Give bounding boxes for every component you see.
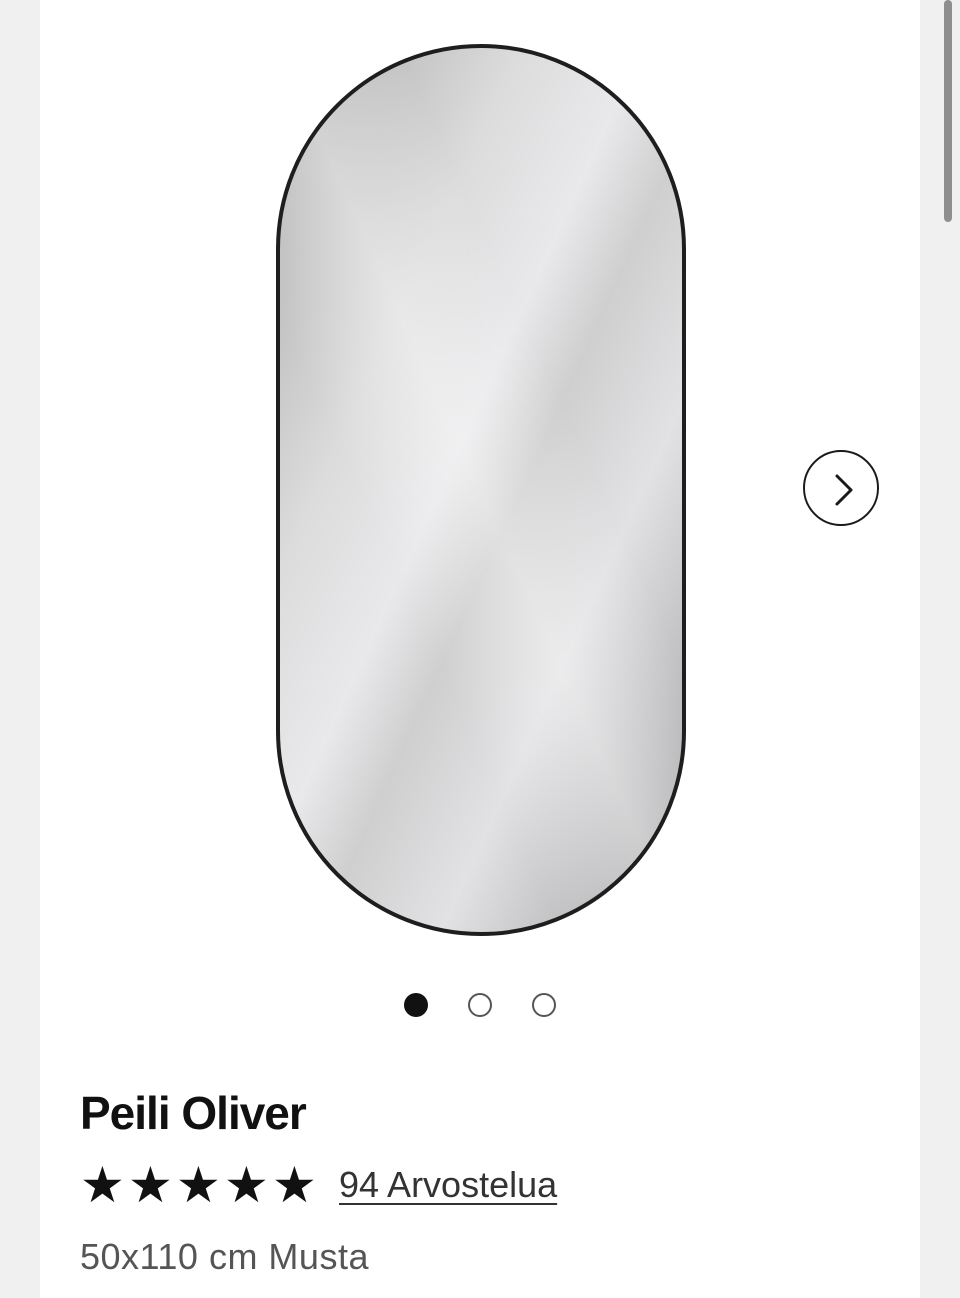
rating-row: ★ ★ ★ ★ ★ 94 Arvostelua	[80, 1160, 780, 1210]
star-icon: ★	[224, 1157, 269, 1213]
oval-mirror-image	[276, 44, 686, 936]
page: Peili Oliver ★ ★ ★ ★ ★ 94 Arvostelua 50x…	[0, 0, 960, 1298]
reviews-link[interactable]: 94 Arvostelua	[339, 1164, 557, 1206]
gallery-dot-3[interactable]	[532, 993, 556, 1017]
gallery-dot-1[interactable]	[404, 993, 428, 1017]
scrollbar-thumb[interactable]	[944, 0, 952, 222]
star-icon: ★	[80, 1157, 125, 1213]
gallery-pagination	[0, 993, 960, 1019]
star-icon: ★	[272, 1157, 317, 1213]
product-variant: 50x110 cm Musta	[80, 1236, 369, 1277]
product-image-gallery[interactable]	[40, 0, 920, 960]
star-icon: ★	[128, 1157, 173, 1213]
product-title: Peili Oliver	[80, 1087, 307, 1139]
next-image-button[interactable]	[803, 450, 879, 526]
gallery-dot-2[interactable]	[468, 993, 492, 1017]
star-icon: ★	[176, 1157, 221, 1213]
chevron-right-icon	[835, 474, 853, 506]
